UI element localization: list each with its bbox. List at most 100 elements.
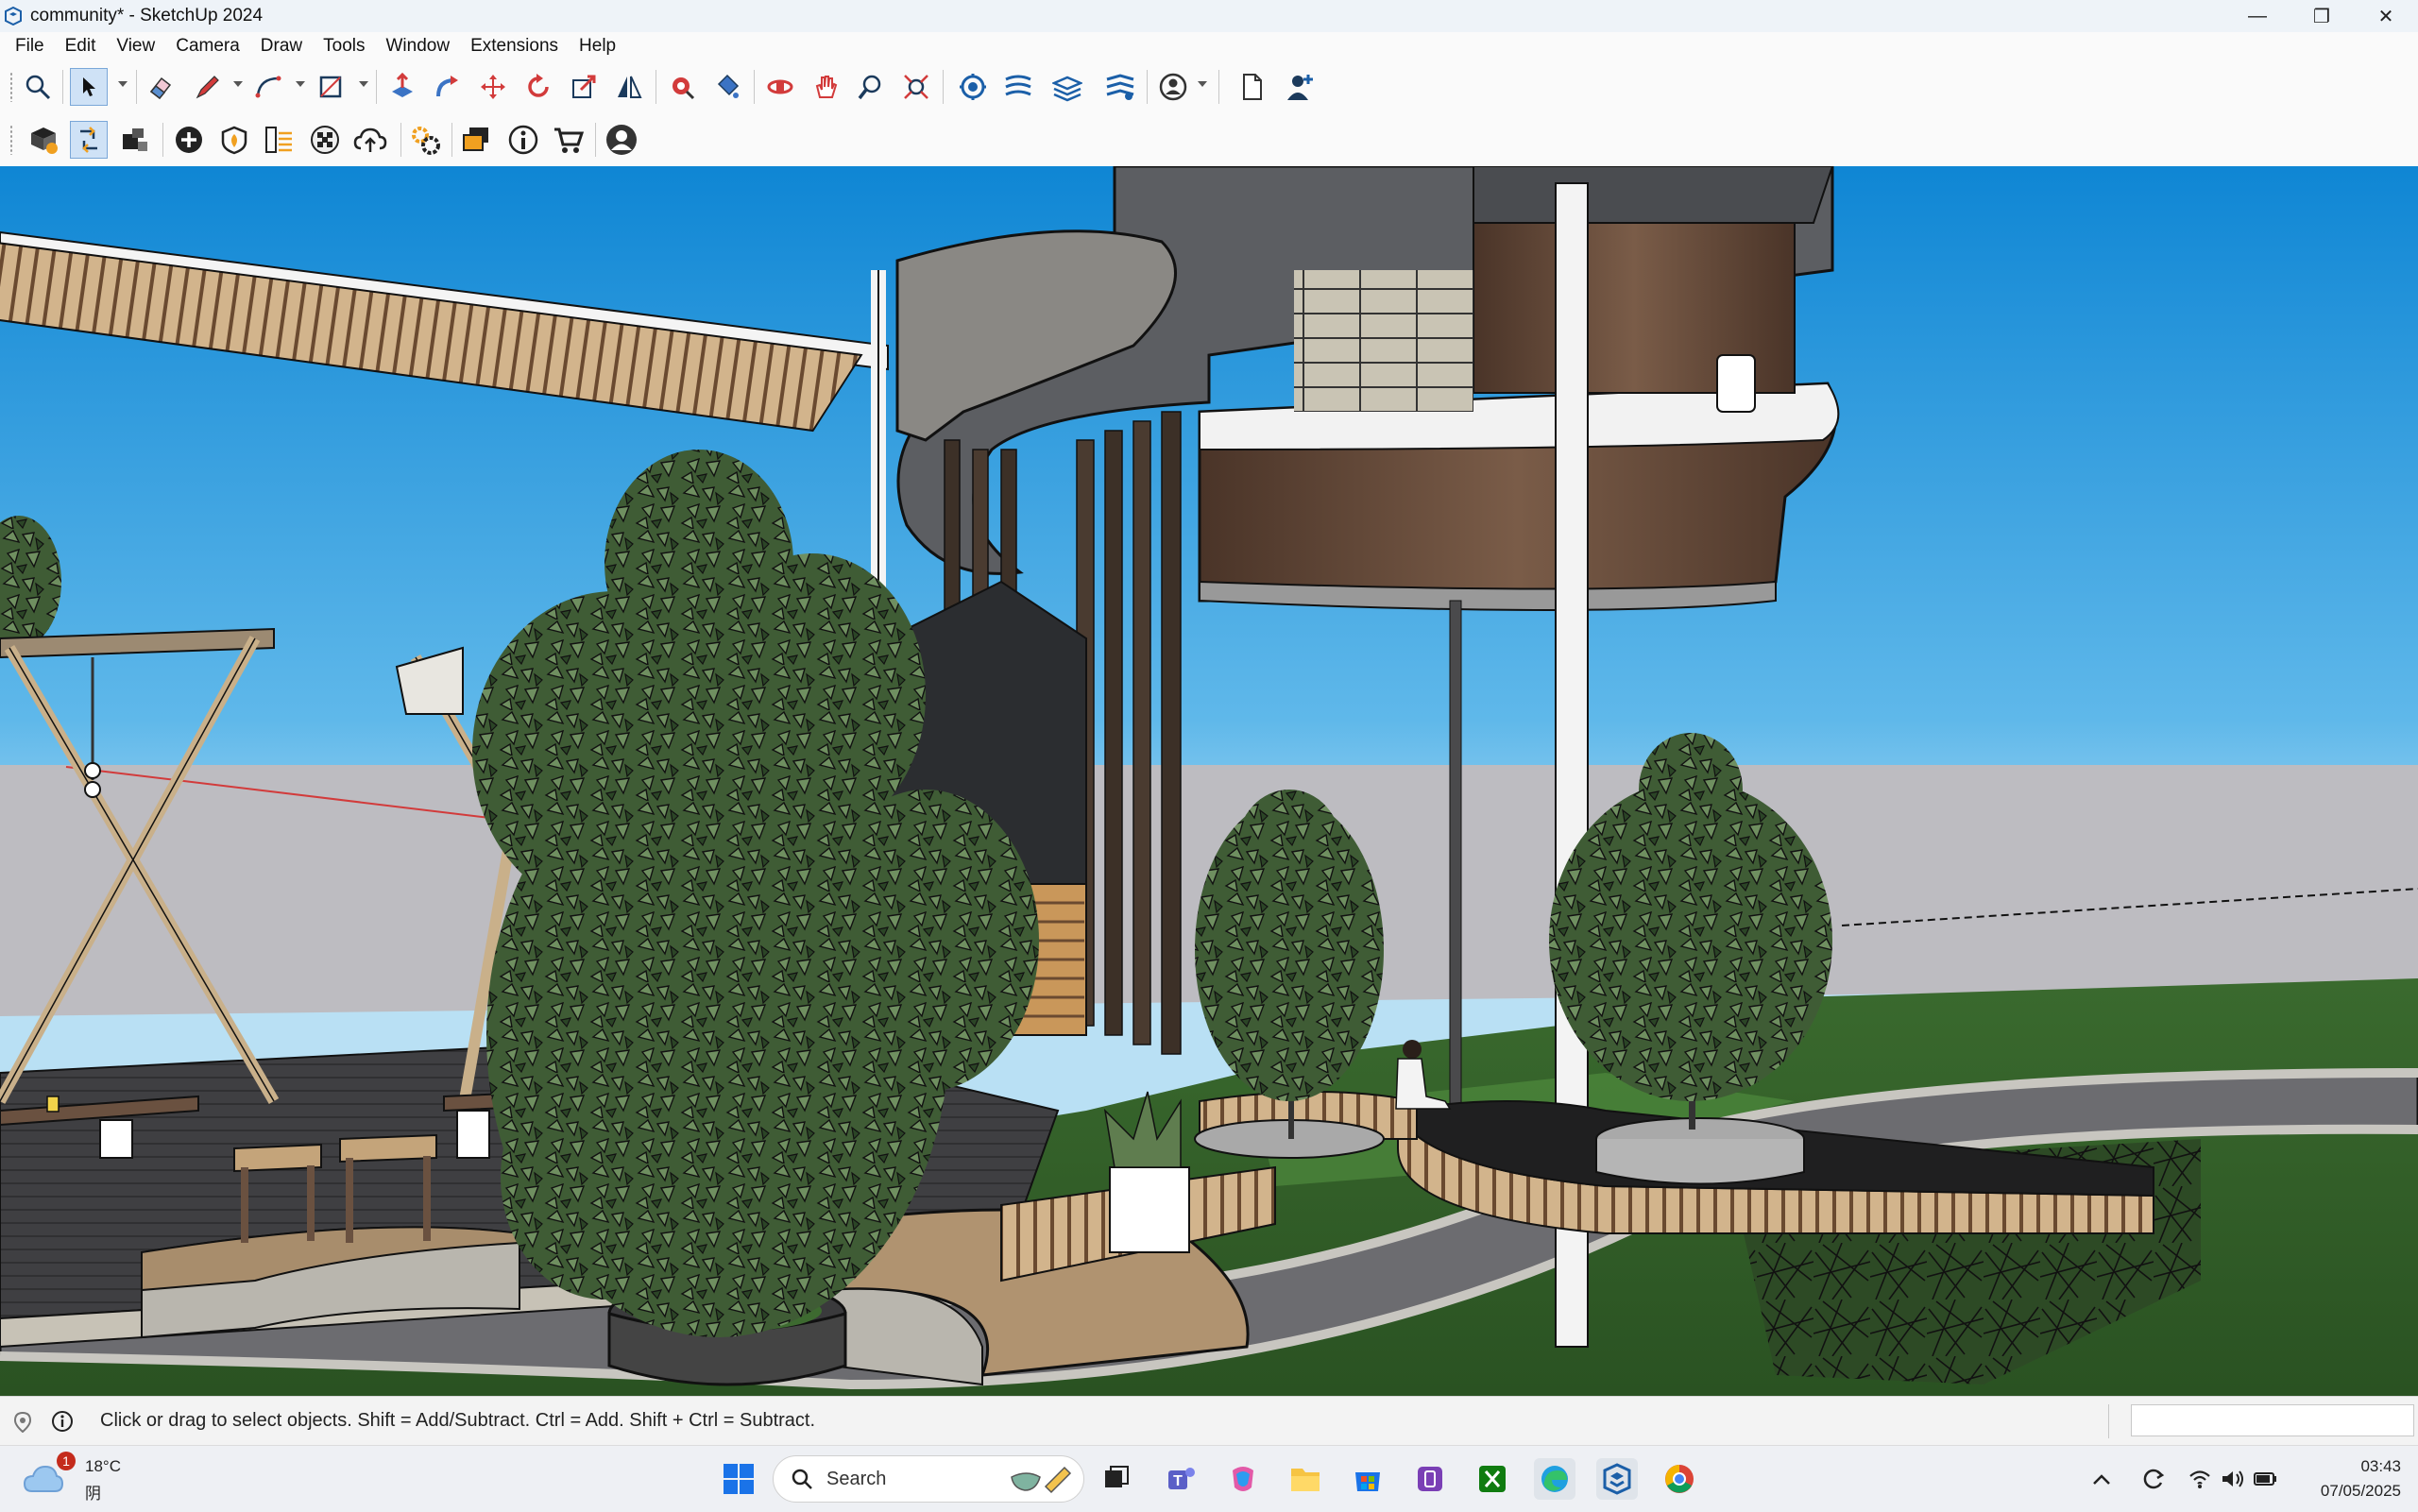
flip-icon[interactable]: [610, 68, 648, 106]
styles-icon[interactable]: [115, 121, 153, 159]
volume-icon: [2222, 1470, 2243, 1487]
cloudy-weather-icon: [23, 1465, 64, 1492]
pencil-line-icon[interactable]: [189, 68, 227, 106]
drawing-viewport[interactable]: [0, 166, 2418, 1396]
rectangle-icon[interactable]: [312, 68, 349, 106]
menu-file[interactable]: File: [0, 36, 55, 57]
pan-icon[interactable]: [807, 68, 844, 106]
sync-icon[interactable]: [2137, 1458, 2171, 1500]
close-button[interactable]: ✕: [2354, 0, 2418, 32]
teams-icon[interactable]: T: [1160, 1458, 1201, 1500]
main-toolbar: [0, 60, 2418, 113]
minimize-button[interactable]: —: [2225, 0, 2290, 32]
cloud-upload-icon[interactable]: [351, 121, 389, 159]
search-icon: [792, 1469, 812, 1489]
xbox-icon[interactable]: [1472, 1458, 1513, 1500]
add-location-icon[interactable]: [170, 121, 208, 159]
pencil-dropdown-icon[interactable]: [233, 81, 243, 87]
arc-icon[interactable]: [249, 68, 287, 106]
secondary-toolbar: [0, 113, 2418, 167]
arc-dropdown-icon[interactable]: [296, 81, 305, 87]
menu-window[interactable]: Window: [376, 36, 461, 57]
tags-icon[interactable]: [261, 121, 298, 159]
select-arrow-icon[interactable]: [70, 68, 108, 106]
paint-bucket-icon[interactable]: [708, 68, 746, 106]
add-user-icon[interactable]: [1281, 68, 1319, 106]
toolbar-grip[interactable]: [9, 72, 13, 102]
file-explorer-icon[interactable]: [1285, 1458, 1326, 1500]
extension-warehouse-icon[interactable]: [550, 121, 587, 159]
restore-button[interactable]: ❐: [2290, 0, 2354, 32]
menu-help[interactable]: Help: [569, 36, 626, 57]
select-dropdown-icon[interactable]: [118, 81, 128, 87]
menu-bar: File Edit View Camera Draw Tools Window …: [0, 32, 2418, 60]
sketchup-taskbar-icon[interactable]: [1596, 1458, 1638, 1500]
scene-icon[interactable]: [1101, 68, 1139, 106]
instructor-info-icon[interactable]: [51, 1410, 74, 1433]
warehouse-icon[interactable]: [25, 121, 62, 159]
window-title: community* - SketchUp 2024: [30, 6, 264, 25]
rotate-icon[interactable]: [519, 68, 557, 106]
chrome-icon[interactable]: [1659, 1458, 1700, 1500]
wifi-icon: [2189, 1470, 2210, 1488]
start-button[interactable]: [718, 1458, 759, 1500]
windows-taskbar: 1 18°C 阴 Search T 03:43 07/05/2025: [0, 1445, 2418, 1512]
status-bar: Click or drag to select objects. Shift =…: [0, 1396, 2418, 1446]
network-volume-battery-group[interactable]: [2182, 1458, 2286, 1500]
zoom-icon[interactable]: [19, 68, 57, 106]
edge-browser-icon[interactable]: [1534, 1458, 1575, 1500]
account-icon[interactable]: [1154, 68, 1192, 106]
weather-condition: 阴: [85, 1485, 101, 1503]
menu-draw[interactable]: Draw: [250, 36, 313, 57]
weather-temperature: 18°C: [85, 1457, 121, 1475]
new-file-icon[interactable]: [1234, 68, 1271, 106]
windows-logo-icon: [724, 1464, 754, 1494]
push-pull-icon[interactable]: [383, 68, 421, 106]
follow-me-icon[interactable]: [429, 68, 467, 106]
zoom-tool-icon[interactable]: [852, 68, 890, 106]
eraser-icon[interactable]: [142, 68, 179, 106]
entity-info-icon[interactable]: [504, 121, 542, 159]
tape-measure-icon[interactable]: [663, 68, 701, 106]
status-message: Click or drag to select objects. Shift =…: [100, 1410, 816, 1431]
show-hidden-icons-chevron-icon[interactable]: [2087, 1458, 2116, 1500]
account-dropdown-icon[interactable]: [1198, 81, 1207, 87]
svg-text:T: T: [1173, 1473, 1183, 1489]
rectangle-dropdown-icon[interactable]: [359, 81, 368, 87]
phone-link-icon[interactable]: [1409, 1458, 1451, 1500]
copilot-icon[interactable]: [1222, 1458, 1264, 1500]
solid-tools-icon[interactable]: [954, 68, 992, 106]
menu-tools[interactable]: Tools: [313, 36, 375, 57]
measurements-box[interactable]: [2131, 1404, 2414, 1436]
clock-date: 07/05/2025: [2320, 1482, 2401, 1500]
model-scene[interactable]: [0, 166, 2418, 1396]
title-bar: community* - SketchUp 2024 — ❐ ✕: [0, 0, 2418, 32]
orbit-icon[interactable]: [761, 68, 799, 106]
outliner-icon[interactable]: [457, 121, 495, 159]
zoom-extents-icon[interactable]: [897, 68, 935, 106]
geo-icon[interactable]: [215, 121, 253, 159]
menu-extensions[interactable]: Extensions: [460, 36, 569, 57]
battery-icon: [2254, 1472, 2276, 1486]
task-view-icon[interactable]: [1096, 1458, 1137, 1500]
texture-icon[interactable]: [306, 121, 344, 159]
weather-widget[interactable]: 1 18°C 阴: [13, 1446, 164, 1512]
taskbar-search[interactable]: Search: [773, 1455, 1084, 1503]
toolbar-grip[interactable]: [9, 125, 13, 155]
sketchup-app-icon: [5, 7, 22, 25]
search-placeholder: Search: [826, 1469, 887, 1489]
weather-notification-badge: 1: [57, 1452, 76, 1470]
layers-icon[interactable]: [1048, 68, 1086, 106]
move-icon[interactable]: [474, 68, 512, 106]
components-icon[interactable]: [70, 121, 108, 159]
extension-manager-icon[interactable]: [406, 121, 444, 159]
clock[interactable]: 03:43 07/05/2025: [2295, 1446, 2418, 1512]
microsoft-store-icon[interactable]: [1347, 1458, 1388, 1500]
menu-camera[interactable]: Camera: [165, 36, 250, 57]
profile-icon[interactable]: [603, 121, 640, 159]
menu-view[interactable]: View: [106, 36, 165, 57]
menu-edit[interactable]: Edit: [55, 36, 107, 57]
sandbox-icon[interactable]: [999, 68, 1037, 106]
geo-location-icon[interactable]: [13, 1412, 32, 1433]
scale-icon[interactable]: [565, 68, 603, 106]
